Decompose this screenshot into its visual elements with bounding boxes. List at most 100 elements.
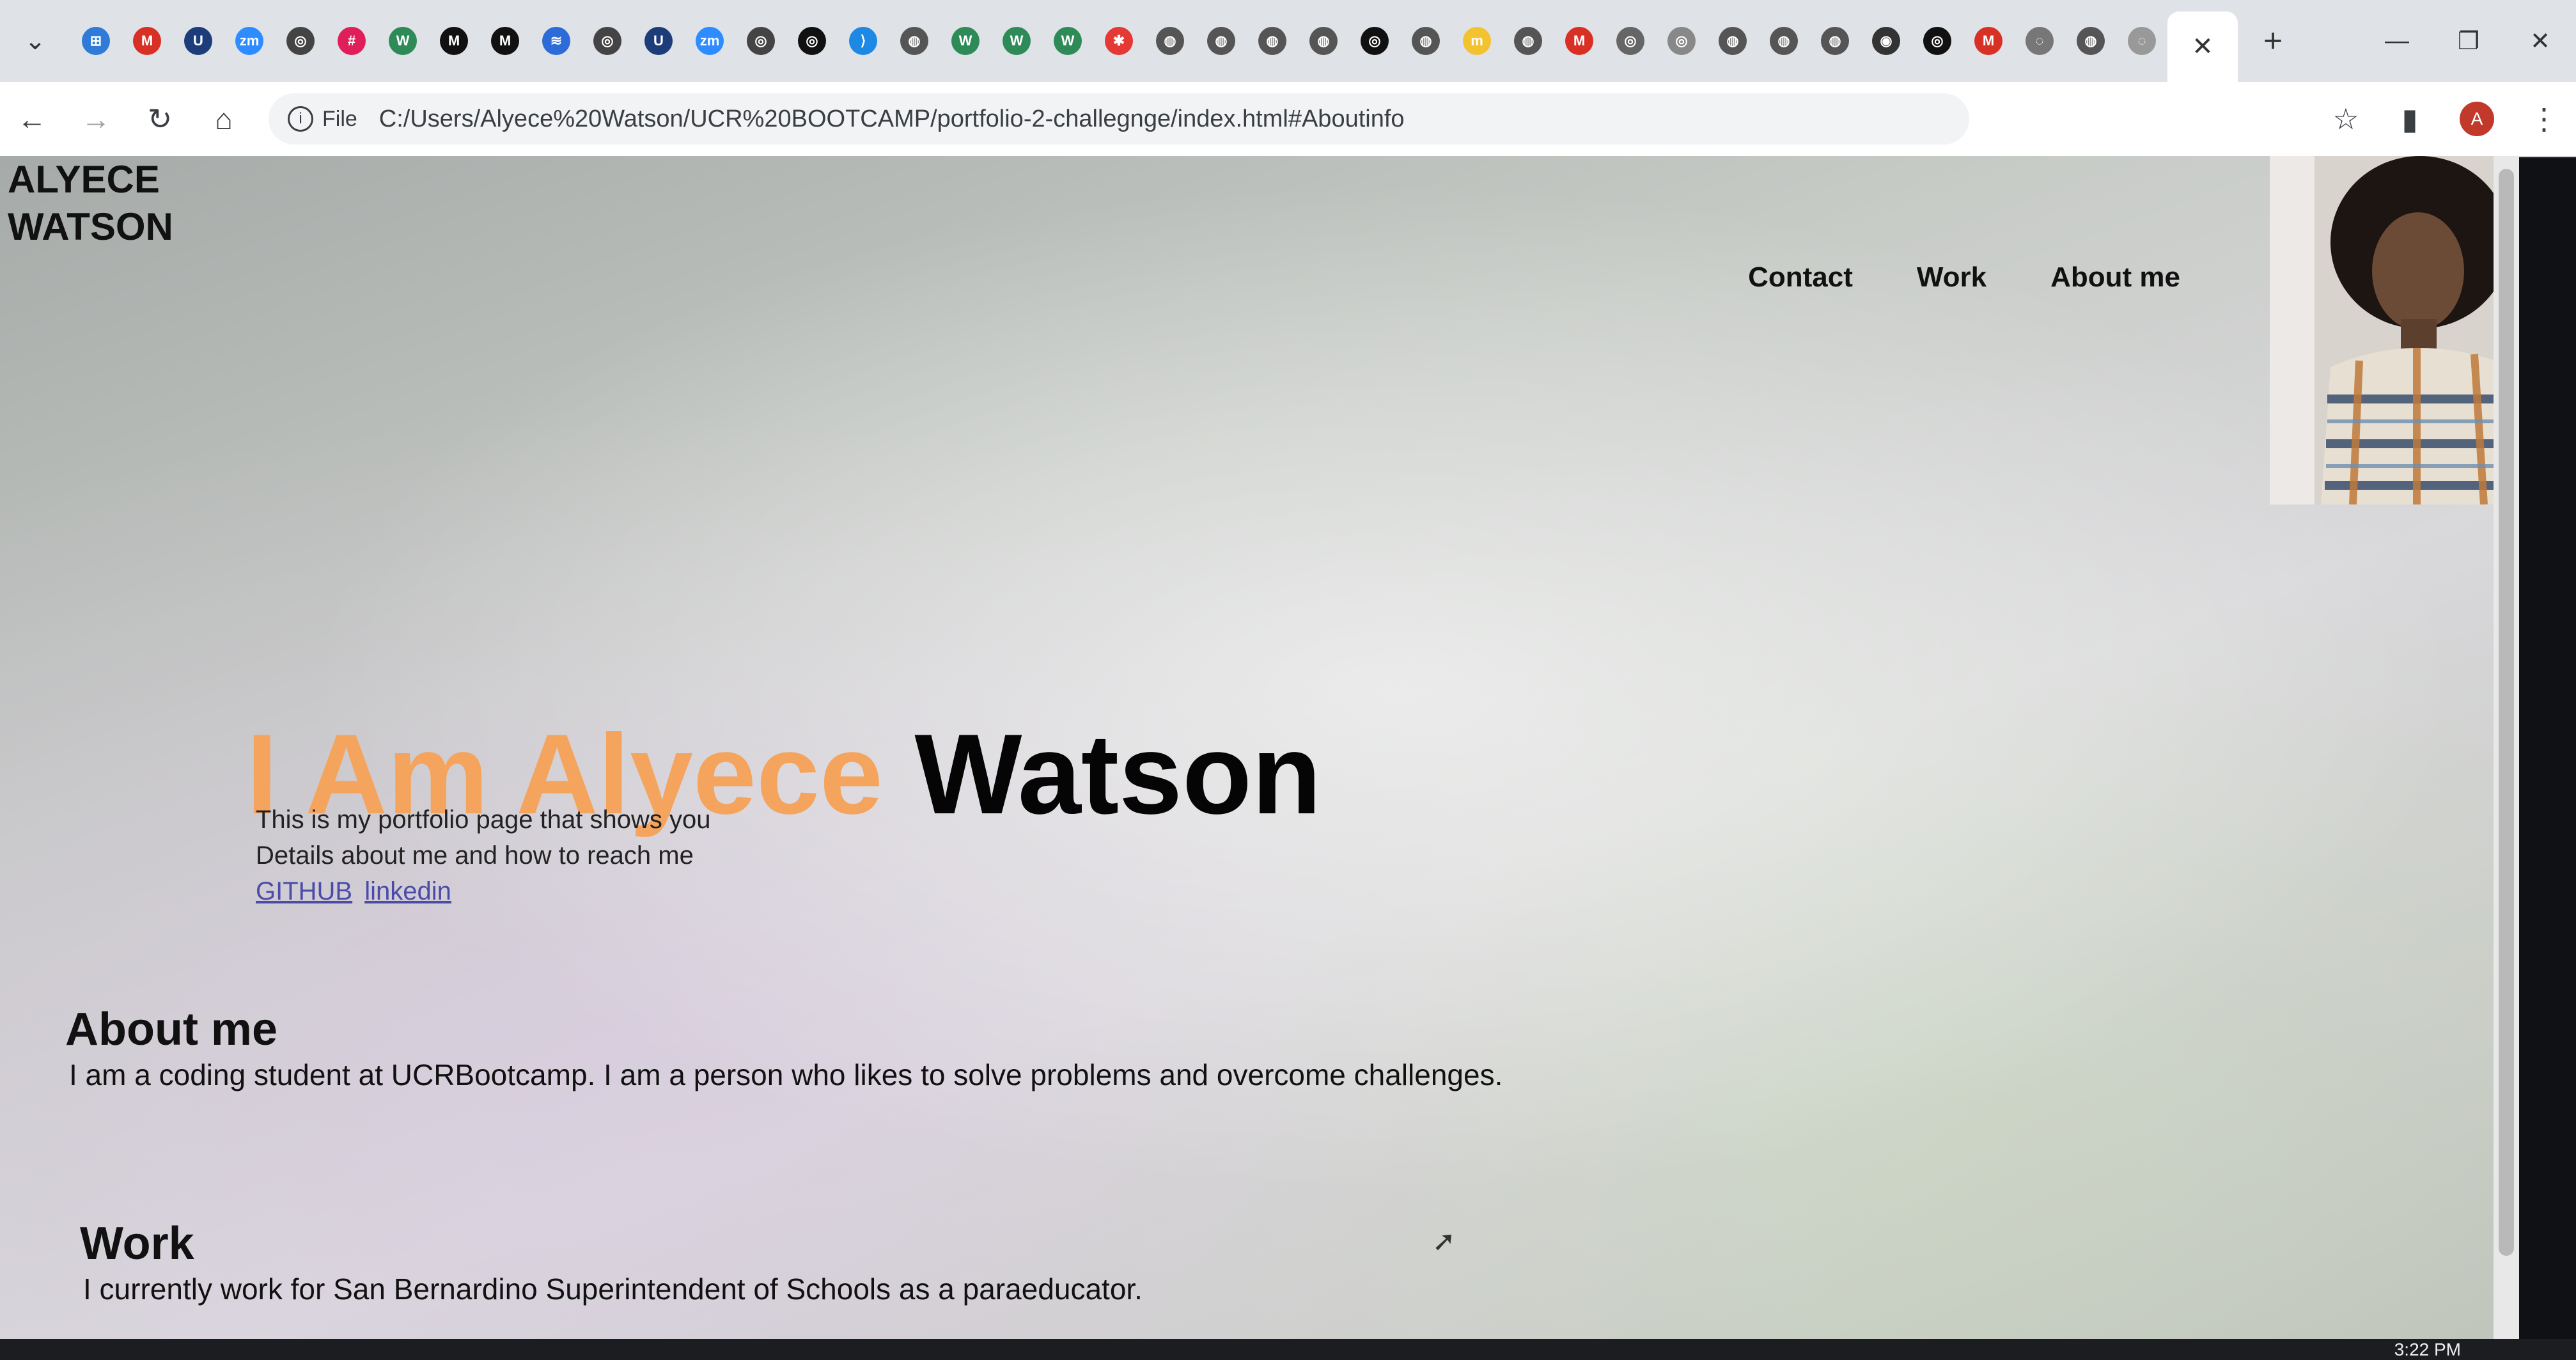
zoom-icon[interactable]: zm xyxy=(224,0,275,82)
hero-line-1: This is my portfolio page that shows you xyxy=(256,806,711,834)
gmail-icon: M xyxy=(1565,27,1593,55)
github-link[interactable]: GITHUB xyxy=(256,877,352,905)
work-text: I currently work for San Bernardino Supe… xyxy=(83,1272,1143,1306)
site-logo[interactable]: ALYECE WATSON xyxy=(8,156,173,251)
hero-intro: This is my portfolio page that shows you… xyxy=(256,802,710,909)
stack-icon: ≋ xyxy=(542,27,570,55)
close-window-icon[interactable]: ✕ xyxy=(2504,0,2576,82)
slack-icon[interactable]: # xyxy=(326,0,377,82)
globe-icon[interactable]: ◍ xyxy=(2065,0,2116,82)
side-panel-icon[interactable]: ▮ xyxy=(2378,82,2442,156)
github-icon[interactable]: ◎ xyxy=(1605,0,1656,82)
url-text[interactable]: C:/Users/Alyece%20Watson/UCR%20BOOTCAMP/… xyxy=(379,106,1405,133)
m-icon[interactable]: M xyxy=(480,0,531,82)
globe-icon: ◍ xyxy=(900,27,928,55)
loading-icon: ◌ xyxy=(2026,27,2054,55)
globe-icon[interactable]: ◍ xyxy=(1196,0,1247,82)
profile-avatar[interactable]: A xyxy=(2460,102,2494,136)
globe-icon[interactable]: ◍ xyxy=(1503,0,1554,82)
github-icon: ◎ xyxy=(1923,27,1951,55)
github-icon[interactable]: ◎ xyxy=(1349,0,1400,82)
info-icon[interactable]: i xyxy=(288,106,313,132)
nav-contact-link[interactable]: Contact xyxy=(1748,262,1853,293)
m-icon: M xyxy=(491,27,519,55)
asterisk-icon: ✱ xyxy=(1105,27,1133,55)
globe-icon[interactable]: ◍ xyxy=(1247,0,1298,82)
m-icon: M xyxy=(440,27,468,55)
globe-icon[interactable]: ◍ xyxy=(889,0,940,82)
globe-icon[interactable]: ◍ xyxy=(1707,0,1758,82)
github-icon[interactable]: ◎ xyxy=(735,0,786,82)
gmail-icon[interactable]: M xyxy=(1554,0,1605,82)
w-icon[interactable]: W xyxy=(1042,0,1093,82)
globe-icon[interactable]: ◍ xyxy=(1144,0,1196,82)
taskbar-clock: 3:22 PM xyxy=(2394,1339,2461,1359)
github-icon[interactable]: ◎ xyxy=(582,0,633,82)
globe-icon[interactable]: ◍ xyxy=(1758,0,1809,82)
page-scrollbar[interactable] xyxy=(2494,156,2519,1339)
github-icon[interactable]: ◎ xyxy=(786,0,838,82)
vscode-icon[interactable]: ⟩ xyxy=(838,0,889,82)
globe-icon: ◍ xyxy=(1719,27,1747,55)
loading-icon[interactable]: ◌ xyxy=(2116,0,2167,82)
mouse-cursor-icon: ➚ xyxy=(1432,1226,1456,1257)
m-icon[interactable]: M xyxy=(428,0,480,82)
github-icon: ◎ xyxy=(1361,27,1389,55)
w-icon: W xyxy=(951,27,980,55)
linkedin-link[interactable]: linkedin xyxy=(364,877,451,905)
github-icon: ◎ xyxy=(286,27,315,55)
github-icon: ◎ xyxy=(1667,27,1696,55)
globe-icon[interactable]: ◍ xyxy=(1809,0,1861,82)
globe-icon: ◍ xyxy=(2077,27,2105,55)
github-icon[interactable]: ◎ xyxy=(275,0,326,82)
gmail-icon[interactable]: M xyxy=(121,0,173,82)
address-bar[interactable]: i File C:/Users/Alyece%20Watson/UCR%20BO… xyxy=(269,93,1969,145)
github-icon[interactable]: ◎ xyxy=(1656,0,1707,82)
slack-icon: # xyxy=(338,27,366,55)
back-icon[interactable]: ← xyxy=(0,82,64,156)
w-icon: W xyxy=(389,27,417,55)
ucr-icon: U xyxy=(184,27,212,55)
windows-icon[interactable]: ⊞ xyxy=(70,0,121,82)
miro-icon: m xyxy=(1463,27,1491,55)
forward-icon[interactable]: → xyxy=(64,82,128,156)
gmail-icon[interactable]: M xyxy=(1963,0,2014,82)
restore-icon[interactable]: ❐ xyxy=(2433,0,2504,82)
miro-icon[interactable]: m xyxy=(1451,0,1503,82)
windows-icon: ⊞ xyxy=(82,27,110,55)
site-nav: Contact Work About me xyxy=(1748,262,2180,293)
github-icon: ◎ xyxy=(1616,27,1644,55)
file-scheme-label: File xyxy=(322,106,357,131)
work-heading: Work xyxy=(80,1218,194,1269)
new-tab-button[interactable]: + xyxy=(2238,22,2308,60)
globe-icon: ◍ xyxy=(1156,27,1184,55)
zoom-icon[interactable]: zm xyxy=(684,0,735,82)
target-icon[interactable]: ◉ xyxy=(1861,0,1912,82)
minimize-icon[interactable]: — xyxy=(2361,0,2433,82)
nav-work-link[interactable]: Work xyxy=(1917,262,1987,293)
scrollbar-thumb[interactable] xyxy=(2499,169,2514,1256)
asterisk-icon[interactable]: ✱ xyxy=(1093,0,1144,82)
browser-toolbar: ← → ↻ ⌂ i File C:/Users/Alyece%20Watson/… xyxy=(0,82,2576,157)
nav-about-link[interactable]: About me xyxy=(2050,262,2180,293)
stack-icon[interactable]: ≋ xyxy=(531,0,582,82)
bookmark-star-icon[interactable]: ☆ xyxy=(2314,82,2378,156)
reload-icon[interactable]: ↻ xyxy=(128,82,192,156)
tab-search-chevron-icon[interactable]: ⌄ xyxy=(0,0,70,82)
w-icon[interactable]: W xyxy=(377,0,428,82)
github-icon: ◎ xyxy=(593,27,621,55)
github-icon: ◎ xyxy=(798,27,826,55)
ucr-icon[interactable]: U xyxy=(173,0,224,82)
home-icon[interactable]: ⌂ xyxy=(192,82,256,156)
ucr-icon[interactable]: U xyxy=(633,0,684,82)
active-tab-close-icon[interactable]: ✕ xyxy=(2167,12,2238,82)
github-icon[interactable]: ◎ xyxy=(1912,0,1963,82)
globe-icon[interactable]: ◍ xyxy=(1298,0,1349,82)
w-icon[interactable]: W xyxy=(940,0,991,82)
globe-icon[interactable]: ◍ xyxy=(1400,0,1451,82)
logo-line-2: WATSON xyxy=(8,205,173,248)
about-text: I am a coding student at UCRBootcamp. I … xyxy=(69,1058,1503,1091)
loading-icon[interactable]: ◌ xyxy=(2014,0,2065,82)
menu-kebab-icon[interactable]: ⋮ xyxy=(2512,82,2576,156)
w-icon[interactable]: W xyxy=(991,0,1042,82)
